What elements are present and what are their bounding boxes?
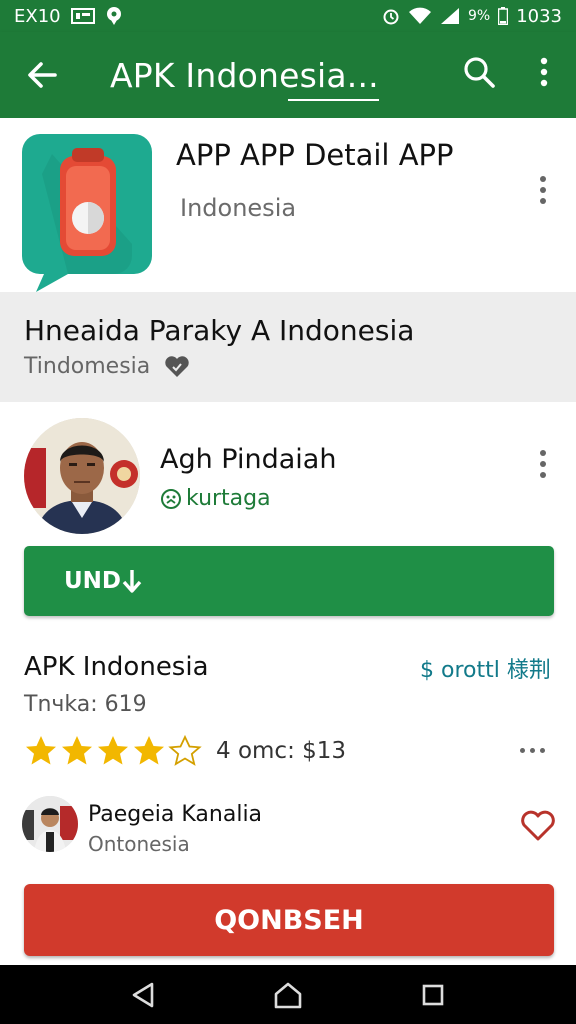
app-subtitle: Indonesia [180, 194, 297, 222]
developer-row[interactable]: Agh Pindaiah kurtaga [0, 402, 576, 542]
star-filled-icon [98, 736, 128, 765]
alarm-icon [382, 7, 400, 25]
system-nav-bar [0, 965, 576, 1024]
dot [540, 748, 545, 753]
app-header: APP APP Detail APP Indonesia [0, 118, 576, 292]
rating-text: 4 omc: $13 [216, 738, 347, 764]
developer-tag: kurtaga [160, 486, 271, 511]
clock: 1033 [516, 5, 562, 27]
download-arrow-icon [122, 570, 142, 593]
signal-icon [440, 7, 460, 25]
star-filled-icon [62, 736, 92, 765]
price-link[interactable]: $ orottl 様荆 [420, 652, 551, 684]
uploader-location: Ontonesia [88, 832, 190, 856]
nav-back-icon [132, 982, 153, 1007]
header-more-button[interactable] [533, 176, 553, 204]
rating-more-button[interactable] [520, 748, 545, 753]
sim-card-icon [70, 7, 95, 25]
banner-subtext: Tindomesia [24, 354, 151, 379]
star-rating [26, 734, 202, 766]
wifi-icon [408, 7, 432, 25]
download-label: QONBSEH [214, 904, 364, 936]
carrier-label: EX10 [14, 5, 61, 27]
nav-recents-icon [423, 984, 444, 1005]
overflow-menu-button[interactable] [522, 48, 566, 96]
app-icon [22, 134, 152, 292]
app-info: APK Indonesia $ orottl 様荆 Tnчka: 619 4 o… [0, 620, 576, 780]
nav-back-button[interactable] [118, 970, 168, 1020]
battery-icon [498, 7, 509, 25]
dot [540, 450, 546, 456]
banner-subline: Tindomesia [24, 354, 190, 379]
dot [540, 472, 546, 478]
star-filled-icon [26, 736, 56, 765]
info-banner: Hneaida Paraky A Indonesia Tindomesia [0, 292, 576, 402]
dot [530, 748, 535, 753]
search-button[interactable] [455, 48, 503, 96]
install-label: UND [64, 568, 122, 594]
developer-avatar [24, 418, 140, 534]
rating-row: 4 omc: $13 [24, 734, 346, 768]
developer-name: Agh Pindaiah [160, 444, 337, 475]
developer-more-button[interactable] [533, 450, 553, 478]
uploader-name: Paegeia Kanalia [88, 802, 263, 827]
uploader-row[interactable]: Paegeia Kanalia Ontonesia [0, 790, 576, 864]
developer-tag-text: kurtaga [186, 486, 271, 511]
dot [540, 176, 546, 182]
download-button[interactable]: QONBSEH [24, 884, 554, 956]
uploader-avatar [22, 796, 78, 852]
search-icon [464, 57, 495, 88]
install-button[interactable]: UND [24, 546, 554, 616]
location-pin-icon [105, 6, 123, 26]
verified-icon [161, 488, 181, 509]
back-button[interactable] [14, 47, 70, 103]
star-filled-icon [134, 736, 164, 765]
dot [520, 748, 525, 753]
more-vert-icon [540, 57, 548, 87]
install-count: Tnчka: 619 [24, 692, 147, 717]
star-empty-icon [168, 734, 202, 766]
heart-badge-icon[interactable] [164, 355, 190, 379]
battery-label: 9% [467, 8, 491, 24]
status-bar: EX10 9% 1033 [0, 0, 576, 32]
apk-title: APK Indonesia [24, 652, 209, 682]
dot [540, 198, 546, 204]
app-bar: APK Indonesia... [0, 32, 576, 118]
dot [540, 461, 546, 467]
app-bar-title: APK Indonesia... [110, 55, 379, 101]
app-name: APP APP Detail APP [176, 138, 454, 172]
nav-home-icon [274, 982, 302, 1008]
banner-heading: Hneaida Paraky A Indonesia [24, 314, 415, 347]
dot [540, 187, 546, 193]
nav-recents-button[interactable] [408, 970, 458, 1020]
favorite-heart-icon[interactable] [520, 810, 556, 842]
back-arrow-icon [28, 62, 57, 88]
nav-home-button[interactable] [263, 970, 313, 1020]
